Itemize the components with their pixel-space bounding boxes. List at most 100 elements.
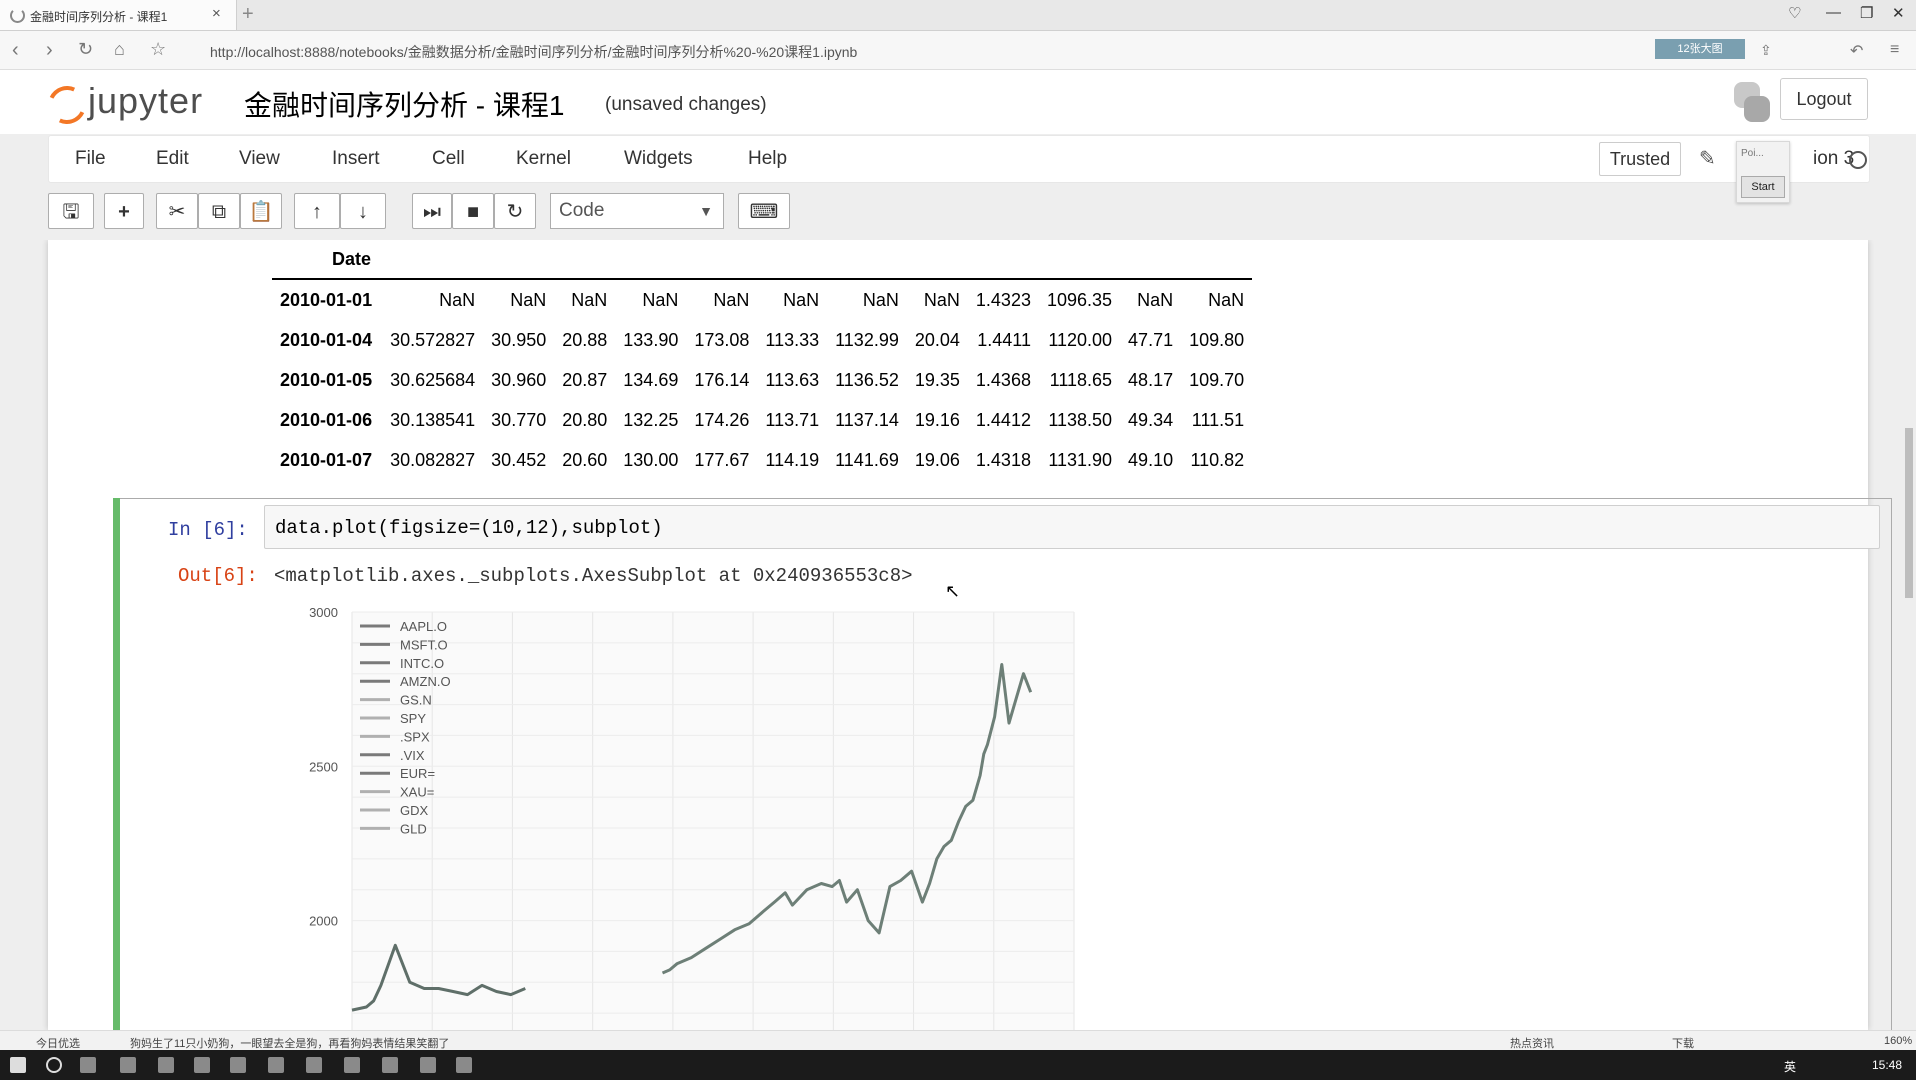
undo-icon[interactable]: ↶ xyxy=(1850,41,1863,61)
input-language[interactable]: 英 xyxy=(1784,1058,1796,1075)
header-cell xyxy=(757,240,828,280)
legend-label: AMZN.O xyxy=(400,674,451,689)
close-window-icon[interactable]: ✕ xyxy=(1892,4,1905,22)
move-down-icon[interactable]: ↓ xyxy=(340,193,386,229)
keyboard-icon[interactable]: ⌨ xyxy=(738,193,790,229)
star-icon[interactable]: ☆ xyxy=(150,39,166,60)
table-cell: NaN xyxy=(1208,289,1245,310)
app-icon[interactable] xyxy=(230,1057,246,1073)
table-cell: 173.08 xyxy=(694,329,750,350)
browser-tab[interactable]: 金融时间序列分析 - 课程1 × xyxy=(0,0,237,30)
scrollbar[interactable] xyxy=(1904,240,1914,1030)
table-cell: 132.25 xyxy=(623,409,679,430)
address-bar: ‹ › ↻ ⌂ ☆ http://localhost:8888/notebook… xyxy=(0,31,1916,70)
taskbar: 英 15:48 xyxy=(0,1050,1916,1080)
windows-start-icon[interactable] xyxy=(10,1057,26,1073)
notebook-area[interactable]: Date 2010-01-01 NaN NaN NaN NaN NaN NaN NaN NaN 1… xyxy=(0,240,1916,1030)
table-row: 2010-01-07 30.082827 30.452 20.60 130.00 177.… xyxy=(272,440,1252,480)
menu-help[interactable]: Help xyxy=(748,148,787,170)
code-input[interactable]: data.plot(figsize=(10,12),subplot) xyxy=(264,505,1880,549)
legend-label: GDX xyxy=(400,803,429,818)
copy-icon[interactable]: ⧉ xyxy=(198,193,240,229)
table-cell: 20.88 xyxy=(562,329,608,350)
pencil-icon[interactable]: ✎ xyxy=(1699,146,1716,171)
jupyter-logo[interactable]: jupyter xyxy=(42,78,226,130)
status-zoom[interactable]: 160% xyxy=(1884,1035,1912,1047)
header-cell xyxy=(906,240,968,280)
menubar: File Edit View Insert Cell Kernel Widget… xyxy=(48,135,1870,183)
table-cell: NaN xyxy=(571,289,608,310)
table-header-row: Date xyxy=(272,240,1253,280)
status-today-picks[interactable]: 今日优选 xyxy=(36,1035,80,1051)
paste-icon[interactable]: 📋 xyxy=(240,193,282,229)
mouse-cursor-icon: ↖ xyxy=(945,581,961,601)
legend-label: EUR= xyxy=(400,766,435,781)
row-date: 2010-01-01 xyxy=(280,289,373,310)
table-cell: 1118.65 xyxy=(1049,369,1113,390)
save-icon[interactable]: 🖫 xyxy=(48,193,94,229)
app-icon[interactable] xyxy=(194,1057,210,1073)
code-cell[interactable]: In [6]: data.plot(figsize=(10,12),subplo… xyxy=(113,498,1892,1030)
status-news-link[interactable]: 狗妈生了11只小奶狗，一眼望去全是狗，再看狗妈表情结果笑翻了 xyxy=(130,1035,449,1051)
maximize-icon[interactable]: ❐ xyxy=(1860,4,1873,22)
status-download[interactable]: 下载 xyxy=(1672,1035,1694,1051)
notebook-title[interactable]: 金融时间序列分析 - 课程1 xyxy=(244,84,564,124)
menu-view[interactable]: View xyxy=(239,148,280,170)
app-icon[interactable] xyxy=(420,1057,436,1073)
browser-app-icon[interactable] xyxy=(120,1057,136,1073)
table-cell: 30.770 xyxy=(491,409,547,430)
reload-icon[interactable]: ↻ xyxy=(78,39,93,60)
app-icon[interactable] xyxy=(382,1057,398,1073)
restart-icon[interactable]: ↻ xyxy=(494,193,536,229)
stop-icon[interactable]: ■ xyxy=(452,193,494,229)
menu-kernel[interactable]: Kernel xyxy=(516,148,571,170)
new-tab-icon[interactable]: + xyxy=(242,3,254,26)
extension-badge[interactable]: 12张大图 xyxy=(1655,39,1745,59)
trusted-indicator[interactable]: Trusted xyxy=(1599,142,1681,176)
cut-icon[interactable]: ✂ xyxy=(156,193,198,229)
app-icon[interactable] xyxy=(306,1057,322,1073)
explorer-app-icon[interactable] xyxy=(158,1057,174,1073)
forward-icon[interactable]: › xyxy=(46,39,53,62)
search-icon[interactable] xyxy=(46,1057,62,1073)
menu-cell[interactable]: Cell xyxy=(432,148,465,170)
table-row: 2010-01-01 NaN NaN NaN NaN NaN NaN NaN NaN 1.4323… xyxy=(272,279,1252,320)
header-cell xyxy=(827,240,907,280)
cell-type-select[interactable]: Code ▼ xyxy=(550,193,724,229)
run-icon[interactable]: ⏭ xyxy=(412,193,452,229)
close-tab-icon[interactable]: × xyxy=(212,5,221,22)
header-cell xyxy=(1120,240,1182,280)
table-cell: 1.4368 xyxy=(975,369,1031,390)
popup-label: Poi... xyxy=(1741,148,1764,159)
table-cell: NaN xyxy=(713,289,750,310)
app-icon[interactable] xyxy=(268,1057,284,1073)
logout-button[interactable]: Logout xyxy=(1780,78,1868,120)
header-cell xyxy=(967,240,1039,280)
home-icon[interactable]: ⌂ xyxy=(114,39,125,60)
kernel-idle-icon xyxy=(1849,151,1867,169)
menu-insert[interactable]: Insert xyxy=(332,148,380,170)
menu-icon[interactable]: ≡ xyxy=(1890,41,1899,59)
task-view-icon[interactable] xyxy=(80,1057,96,1073)
app-icon[interactable] xyxy=(344,1057,360,1073)
app-icon[interactable] xyxy=(456,1057,472,1073)
table-cell: 30.950 xyxy=(491,329,547,350)
minimize-icon[interactable]: — xyxy=(1826,4,1841,21)
table-cell: 47.71 xyxy=(1128,329,1174,350)
bookmark-icon[interactable]: ♡ xyxy=(1788,4,1801,22)
table-row: 2010-01-06 30.138541 30.770 20.80 132.25 174.… xyxy=(272,400,1252,440)
scrollbar-thumb[interactable] xyxy=(1905,428,1913,598)
output-text: <matplotlib.axes._subplots.AxesSubplot a… xyxy=(274,565,913,587)
table-cell: 1141.69 xyxy=(835,449,899,470)
insert-cell-icon[interactable]: + xyxy=(104,193,144,229)
header-cell xyxy=(1038,240,1121,280)
menu-file[interactable]: File xyxy=(75,148,106,170)
table-cell: 110.82 xyxy=(1190,449,1245,470)
url-input[interactable]: http://localhost:8888/notebooks/金融数据分析/金… xyxy=(210,42,857,62)
move-up-icon[interactable]: ↑ xyxy=(294,193,340,229)
back-icon[interactable]: ‹ xyxy=(12,39,19,62)
status-hot-news[interactable]: 热点资讯 xyxy=(1510,1035,1554,1051)
menu-widgets[interactable]: Widgets xyxy=(624,148,693,170)
share-icon[interactable]: ⇪ xyxy=(1760,42,1772,59)
menu-edit[interactable]: Edit xyxy=(156,148,189,170)
